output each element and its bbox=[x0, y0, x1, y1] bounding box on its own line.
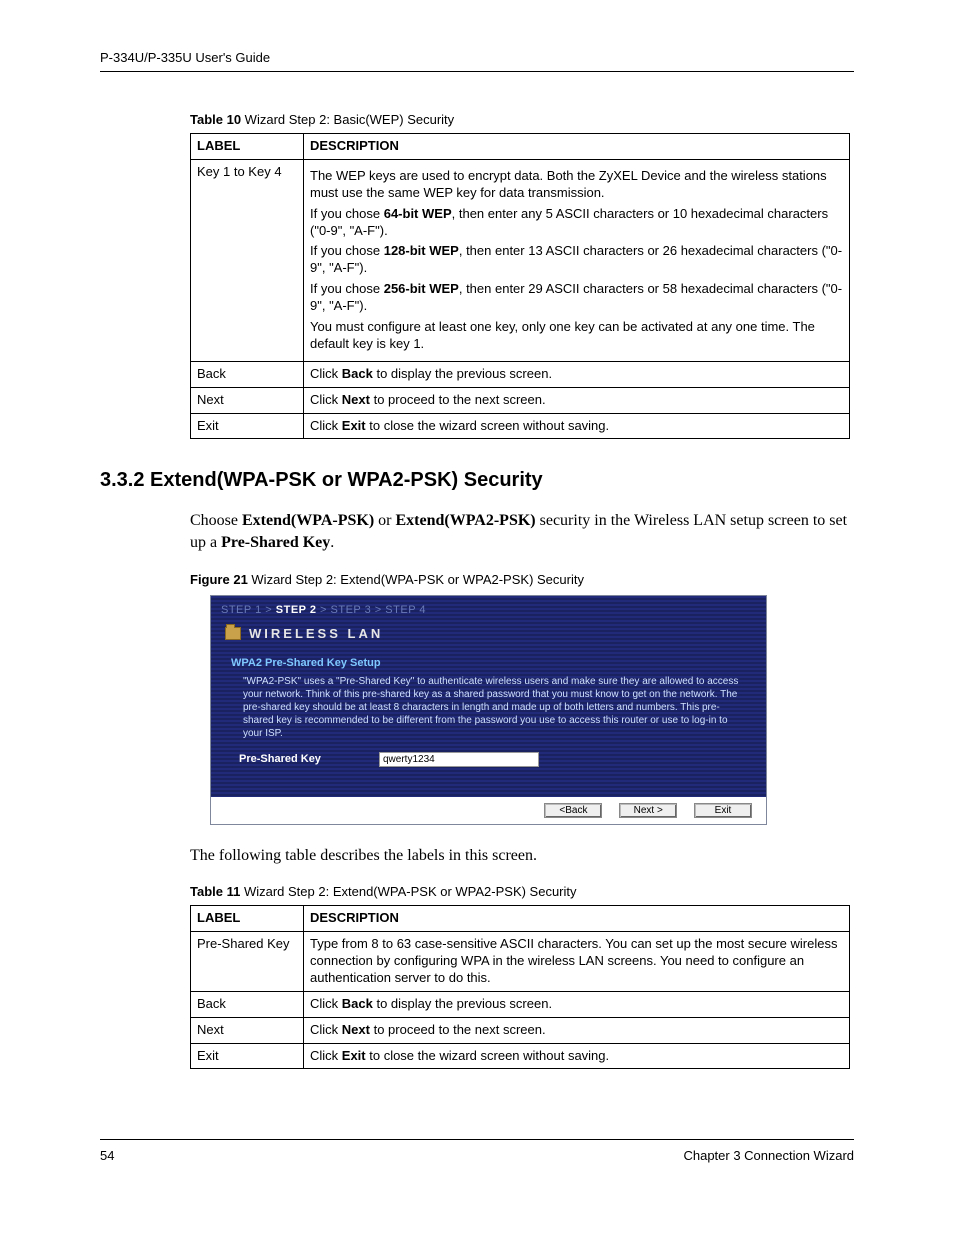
cell-label: Exit bbox=[191, 1043, 304, 1069]
wizard-footer: <Back Next > Exit bbox=[211, 797, 766, 824]
next-button[interactable]: Next > bbox=[619, 803, 677, 818]
cell-label: Key 1 to Key 4 bbox=[191, 159, 304, 361]
table10-caption: Table 10 Wizard Step 2: Basic(WEP) Secur… bbox=[190, 112, 854, 127]
step-4: STEP 4 bbox=[385, 604, 426, 616]
exit-button[interactable]: Exit bbox=[694, 803, 752, 818]
cell-label: Back bbox=[191, 991, 304, 1017]
page-number: 54 bbox=[100, 1148, 114, 1163]
table-row: Exit Click Exit to close the wizard scre… bbox=[191, 413, 850, 439]
table10-header-desc: DESCRIPTION bbox=[304, 134, 850, 160]
table10-header-label: LABEL bbox=[191, 134, 304, 160]
cell-label: Pre-Shared Key bbox=[191, 932, 304, 992]
cell-label: Next bbox=[191, 387, 304, 413]
figure21-caption-prefix: Figure 21 bbox=[190, 572, 248, 587]
table-row: Back Click Back to display the previous … bbox=[191, 361, 850, 387]
table10-caption-prefix: Table 10 bbox=[190, 112, 241, 127]
wizard-screenshot: STEP 1 > STEP 2 > STEP 3 > STEP 4 WIRELE… bbox=[210, 595, 767, 825]
step-3: STEP 3 bbox=[331, 604, 372, 616]
cell-desc: Type from 8 to 63 case-sensitive ASCII c… bbox=[304, 932, 850, 992]
wizard-title-row: WIRELESS LAN bbox=[211, 622, 766, 647]
preshared-key-input[interactable] bbox=[379, 752, 539, 767]
wizard-title: WIRELESS LAN bbox=[249, 626, 383, 641]
table-row: Back Click Back to display the previous … bbox=[191, 991, 850, 1017]
cell-desc: Click Exit to close the wizard screen wi… bbox=[304, 1043, 850, 1069]
page-footer: 54 Chapter 3 Connection Wizard bbox=[100, 1139, 854, 1163]
cell-desc: The WEP keys are used to encrypt data. B… bbox=[304, 159, 850, 361]
table11-caption-rest: Wizard Step 2: Extend(WPA-PSK or WPA2-PS… bbox=[240, 884, 576, 899]
cell-label: Exit bbox=[191, 413, 304, 439]
table11-header-desc: DESCRIPTION bbox=[304, 906, 850, 932]
table-row: Next Click Next to proceed to the next s… bbox=[191, 1017, 850, 1043]
table-row: Pre-Shared Key Type from 8 to 63 case-se… bbox=[191, 932, 850, 992]
cell-desc: Click Next to proceed to the next screen… bbox=[304, 387, 850, 413]
cell-desc: Click Next to proceed to the next screen… bbox=[304, 1017, 850, 1043]
table-row: Next Click Next to proceed to the next s… bbox=[191, 387, 850, 413]
desc-para: If you chose 256-bit WEP, then enter 29 … bbox=[310, 281, 843, 315]
body-paragraph-2: The following table describes the labels… bbox=[190, 845, 854, 867]
chapter-label: Chapter 3 Connection Wizard bbox=[683, 1148, 854, 1163]
wizard-field-row: Pre-Shared Key bbox=[211, 748, 766, 797]
cell-label: Back bbox=[191, 361, 304, 387]
figure21-caption-rest: Wizard Step 2: Extend(WPA-PSK or WPA2-PS… bbox=[248, 572, 584, 587]
desc-para: You must configure at least one key, onl… bbox=[310, 319, 843, 353]
table11: LABEL DESCRIPTION Pre-Shared Key Type fr… bbox=[190, 905, 850, 1069]
table11-caption-prefix: Table 11 bbox=[190, 884, 240, 899]
table-row: Exit Click Exit to close the wizard scre… bbox=[191, 1043, 850, 1069]
cell-desc: Click Exit to close the wizard screen wi… bbox=[304, 413, 850, 439]
cell-desc: Click Back to display the previous scree… bbox=[304, 991, 850, 1017]
table10-caption-rest: Wizard Step 2: Basic(WEP) Security bbox=[241, 112, 454, 127]
desc-para: If you chose 128-bit WEP, then enter 13 … bbox=[310, 243, 843, 277]
cell-label: Next bbox=[191, 1017, 304, 1043]
preshared-key-label: Pre-Shared Key bbox=[239, 753, 379, 765]
wizard-steps: STEP 1 > STEP 2 > STEP 3 > STEP 4 bbox=[211, 596, 766, 622]
section-heading: 3.3.2 Extend(WPA-PSK or WPA2-PSK) Securi… bbox=[100, 469, 854, 492]
step-2-current: STEP 2 bbox=[276, 604, 317, 616]
body-paragraph: Choose Extend(WPA-PSK) or Extend(WPA2-PS… bbox=[190, 510, 854, 553]
wizard-description: "WPA2-PSK" uses a "Pre-Shared Key" to au… bbox=[211, 675, 766, 748]
step-1: STEP 1 bbox=[221, 604, 262, 616]
table11-caption: Table 11 Wizard Step 2: Extend(WPA-PSK o… bbox=[190, 884, 854, 899]
cell-desc: Click Back to display the previous scree… bbox=[304, 361, 850, 387]
page-header: P-334U/P-335U User's Guide bbox=[100, 50, 854, 72]
table11-header-label: LABEL bbox=[191, 906, 304, 932]
wizard-subtitle: WPA2 Pre-Shared Key Setup bbox=[211, 647, 766, 675]
folder-icon bbox=[225, 627, 241, 640]
desc-para: If you chose 64-bit WEP, then enter any … bbox=[310, 206, 843, 240]
desc-para: The WEP keys are used to encrypt data. B… bbox=[310, 168, 843, 202]
figure21-caption: Figure 21 Wizard Step 2: Extend(WPA-PSK … bbox=[190, 572, 854, 587]
table10: LABEL DESCRIPTION Key 1 to Key 4 The WEP… bbox=[190, 133, 850, 439]
table-row: Key 1 to Key 4 The WEP keys are used to … bbox=[191, 159, 850, 361]
guide-title: P-334U/P-335U User's Guide bbox=[100, 50, 270, 65]
back-button[interactable]: <Back bbox=[544, 803, 602, 818]
